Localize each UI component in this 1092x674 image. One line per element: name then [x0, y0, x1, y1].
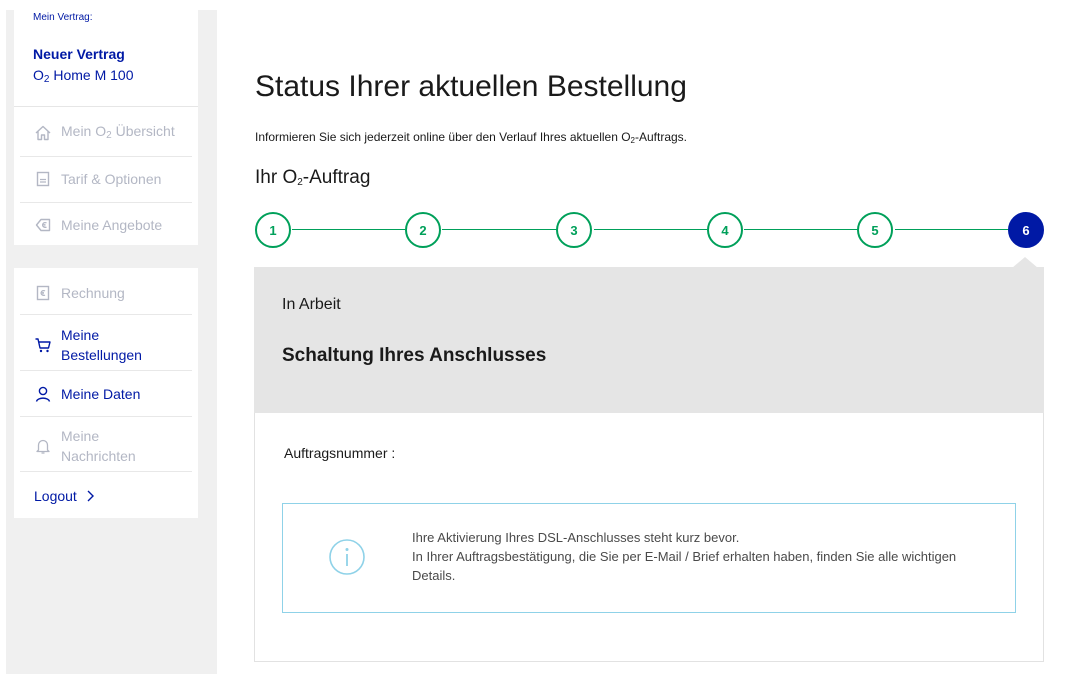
tariff-brand: O — [33, 67, 44, 83]
contract-tariff: O2 Home M 100 — [33, 67, 134, 85]
info-text: Ihre Aktivierung Ihres DSL-Anschlusses s… — [412, 528, 992, 585]
sidebar-item-label: Meine Nachrichten — [61, 428, 136, 464]
logout-label: Logout — [34, 488, 77, 504]
info-icon — [328, 538, 366, 576]
info-line-1: Ihre Aktivierung Ihres DSL-Anschlusses s… — [412, 530, 740, 545]
sidebar-item-overview[interactable]: Mein O2 Übersicht — [20, 110, 192, 156]
sidebar-item-label: Meine Daten — [61, 386, 141, 402]
sidebar-item-my-data[interactable]: Meine Daten — [20, 371, 192, 417]
order-number-label: Auftragsnummer : — [284, 445, 396, 461]
sidebar-item-label: Meine Bestellungen — [61, 327, 142, 363]
sidebar-item-label: Mein O2 Übersicht — [61, 122, 175, 141]
divider — [20, 416, 192, 417]
status-state: In Arbeit — [282, 296, 341, 313]
stepper-step-4[interactable]: 4 — [707, 212, 743, 248]
stepper-step-3[interactable]: 3 — [556, 212, 592, 248]
stepper-connector — [895, 229, 1008, 230]
stepper-step-6[interactable]: 6 — [1008, 212, 1044, 248]
sidebar-item-tariff[interactable]: Tarif & Optionen — [20, 156, 192, 202]
status-title: Schaltung Ihres Anschlusses — [282, 345, 547, 366]
stepper-connector — [442, 229, 557, 230]
contract-name[interactable]: Neuer Vertrag — [33, 46, 125, 62]
stepper-step-1[interactable]: 1 — [255, 212, 291, 248]
user-icon — [34, 385, 52, 403]
status-box — [254, 267, 1044, 414]
home-icon — [34, 124, 52, 142]
stepper-connector — [744, 229, 858, 230]
page-title: Status Ihrer aktuellen Bestellung — [255, 70, 687, 103]
stepper-step-2[interactable]: 2 — [405, 212, 441, 248]
info-line-2: In Ihrer Auftragsbestätigung, die Sie pe… — [412, 549, 957, 583]
chevron-right-icon — [81, 487, 99, 505]
tariff-name: Home M 100 — [49, 67, 134, 83]
document-icon — [34, 170, 52, 188]
sidebar-item-label: Meine Angebote — [61, 217, 163, 233]
euro-tag-icon — [34, 216, 52, 234]
account-card: Rechnung Meine Bestellungen Meine Daten M… — [14, 268, 198, 518]
sidebar-item-label: Tarif & Optionen — [61, 171, 162, 187]
cart-icon — [34, 336, 52, 354]
bell-icon — [34, 437, 52, 455]
divider — [14, 106, 198, 107]
stepper-step-5[interactable]: 5 — [857, 212, 893, 248]
page: Mein Vertrag: Neuer Vertrag O2 Home M 10… — [0, 0, 1092, 674]
contract-card: Mein Vertrag: Neuer Vertrag O2 Home M 10… — [14, 10, 198, 245]
divider — [20, 471, 192, 472]
stepper-connector — [292, 229, 405, 230]
sidebar-item-messages[interactable]: Meine Nachrichten — [20, 423, 192, 469]
invoice-icon — [34, 284, 52, 302]
page-intro: Informieren Sie sich jederzeit online üb… — [255, 130, 688, 145]
contract-label: Mein Vertrag: — [33, 12, 93, 23]
sidebar-item-offers[interactable]: Meine Angebote — [20, 202, 192, 248]
sidebar-item-label: Rechnung — [61, 285, 125, 301]
sidebar-item-invoice[interactable]: Rechnung — [20, 270, 192, 316]
logout-link[interactable]: Logout — [20, 473, 192, 519]
sidebar-item-orders[interactable]: Meine Bestellungen — [20, 322, 192, 368]
order-title: Ihr O2-Auftrag — [255, 167, 371, 188]
divider — [20, 314, 192, 315]
stepper-connector — [594, 229, 707, 230]
